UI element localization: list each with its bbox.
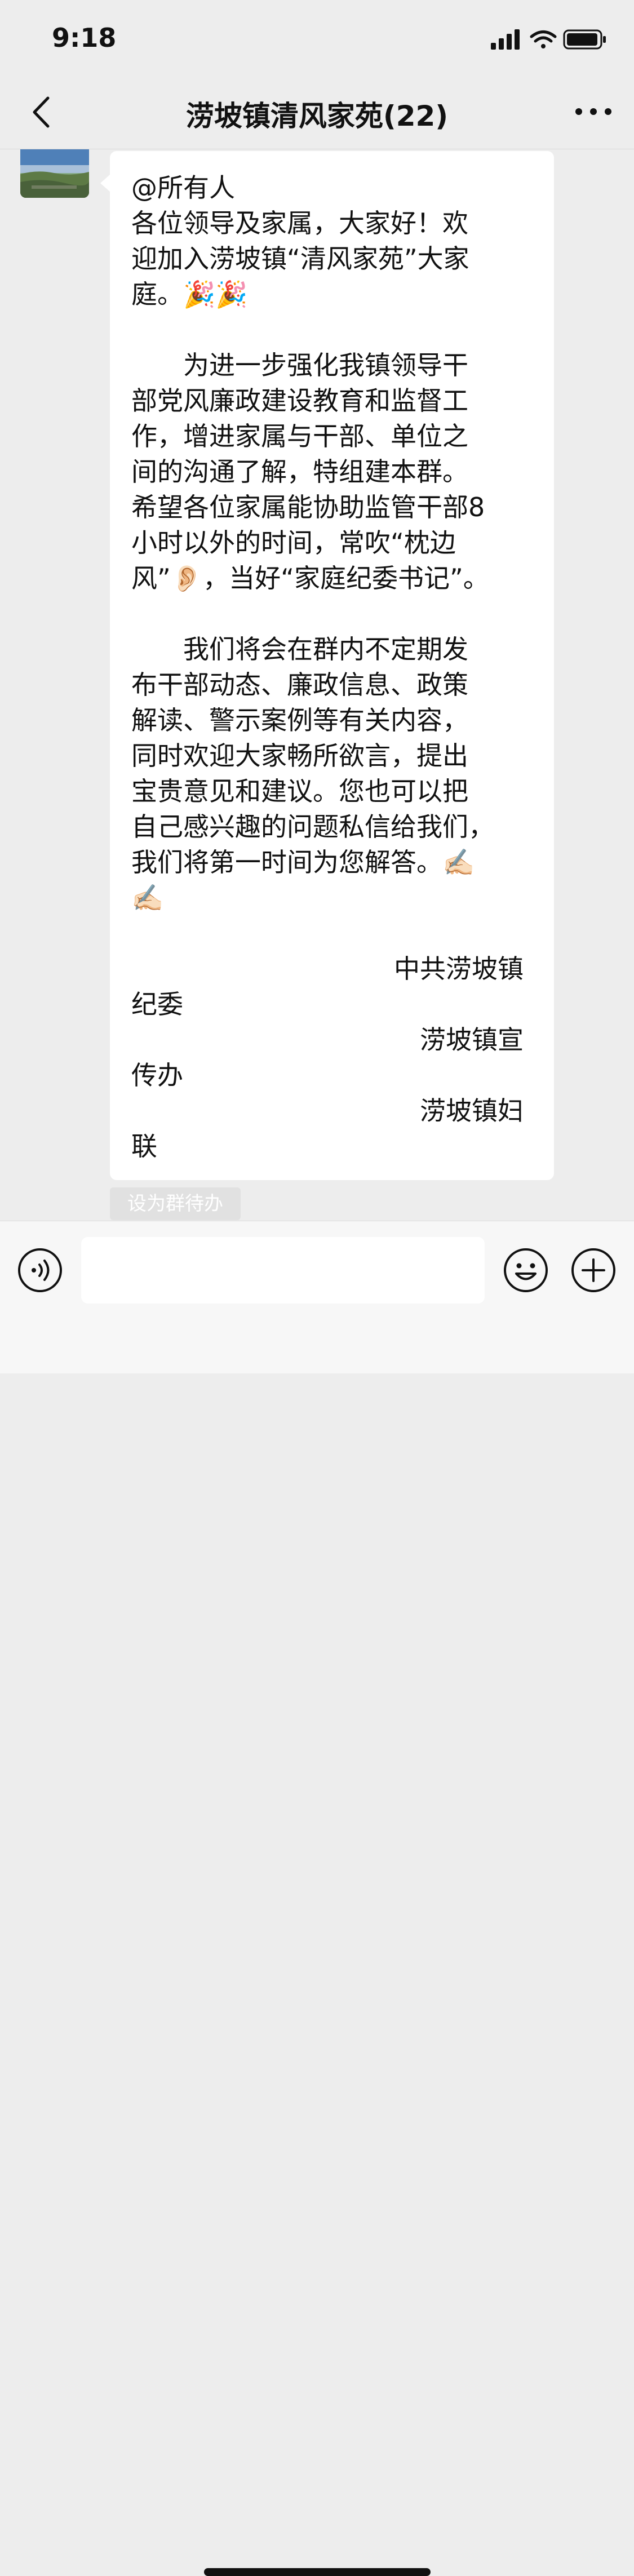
message-input[interactable] [81, 1237, 485, 1303]
message-line: ✍🏻 [131, 883, 164, 913]
message-line: 间的沟通了解，特组建本群。 [131, 456, 468, 487]
plus-button[interactable] [570, 1247, 617, 1293]
message-line: 小时以外的时间，常吹“枕边 [131, 527, 456, 558]
message-line: 希望各位家属能协助监管干部8 [131, 492, 485, 522]
smiley-icon [504, 1248, 548, 1292]
message-line: 作，增进家属与干部、单位之 [131, 421, 468, 451]
message-bubble[interactable]: @所有人 各位领导及家属，大家好！欢 迎加入涝坡镇“清风家苑”大家 庭。🎉🎉 为… [110, 151, 554, 1180]
message-line: 风”👂🏻，当好“家庭纪委书记”。 [131, 563, 489, 593]
message-line: @所有人 [131, 172, 235, 203]
message-line: 迎加入涝坡镇“清风家苑”大家 [131, 243, 469, 274]
status-time: 9:18 [52, 23, 117, 53]
chat-title: 涝坡镇清风家苑(22) [185, 100, 449, 132]
sender-avatar[interactable] [20, 149, 89, 198]
message-line: 庭。🎉🎉 [131, 279, 248, 309]
set-group-todo-button[interactable]: 设为群待办 [110, 1187, 241, 1220]
message-line: 为进一步强化我镇领导干 [131, 350, 468, 380]
input-bar [0, 1221, 634, 2576]
chat-area[interactable]: @所有人 各位领导及家属，大家好！欢 迎加入涝坡镇“清风家苑”大家 庭。🎉🎉 为… [0, 149, 634, 1220]
signature-line: 涝坡镇宣 [420, 1025, 524, 1055]
signature-line: 纪委 [131, 989, 183, 1019]
status-icons [491, 29, 606, 50]
emoji-button[interactable] [503, 1247, 549, 1293]
battery-icon [563, 29, 606, 50]
message-line: 布干部动态、廉政信息、政策 [131, 670, 468, 700]
back-button[interactable] [21, 92, 61, 132]
more-button[interactable] [572, 95, 615, 128]
voice-button[interactable] [17, 1247, 63, 1293]
voice-icon [18, 1248, 62, 1292]
home-indicator [204, 2568, 431, 2576]
message-line: 我们将第一时间为您解答。✍🏻 [131, 847, 475, 877]
avatar-landscape-image [20, 149, 89, 198]
wifi-icon [530, 30, 557, 48]
signature-line: 中共涝坡镇 [394, 954, 524, 984]
signature-line: 联 [131, 1131, 157, 1161]
message-line: 各位领导及家属，大家好！欢 [131, 208, 468, 238]
status-bar: 9:18 [0, 0, 634, 74]
more-dots-icon [575, 108, 611, 115]
nav-bar: 涝坡镇清风家苑(22) [0, 74, 634, 149]
message-line: 自己感兴趣的问题私信给我们， [131, 812, 494, 842]
signature-line: 传办 [131, 1060, 183, 1090]
plus-icon [571, 1248, 615, 1292]
message-line: 部党风廉政建设教育和监督工 [131, 385, 468, 416]
signal-icon [491, 29, 520, 50]
message-line: 我们将会在群内不定期发 [131, 634, 468, 664]
chevron-left-icon [33, 96, 50, 128]
message-line: 同时欢迎大家畅所欲言，提出 [131, 741, 468, 771]
message-line: 宝贵意见和建议。您也可以把 [131, 776, 468, 806]
signature-line: 涝坡镇妇 [420, 1096, 524, 1126]
message-line: 解读、警示案例等有关内容， [131, 705, 468, 735]
bubble-tail [100, 174, 110, 192]
